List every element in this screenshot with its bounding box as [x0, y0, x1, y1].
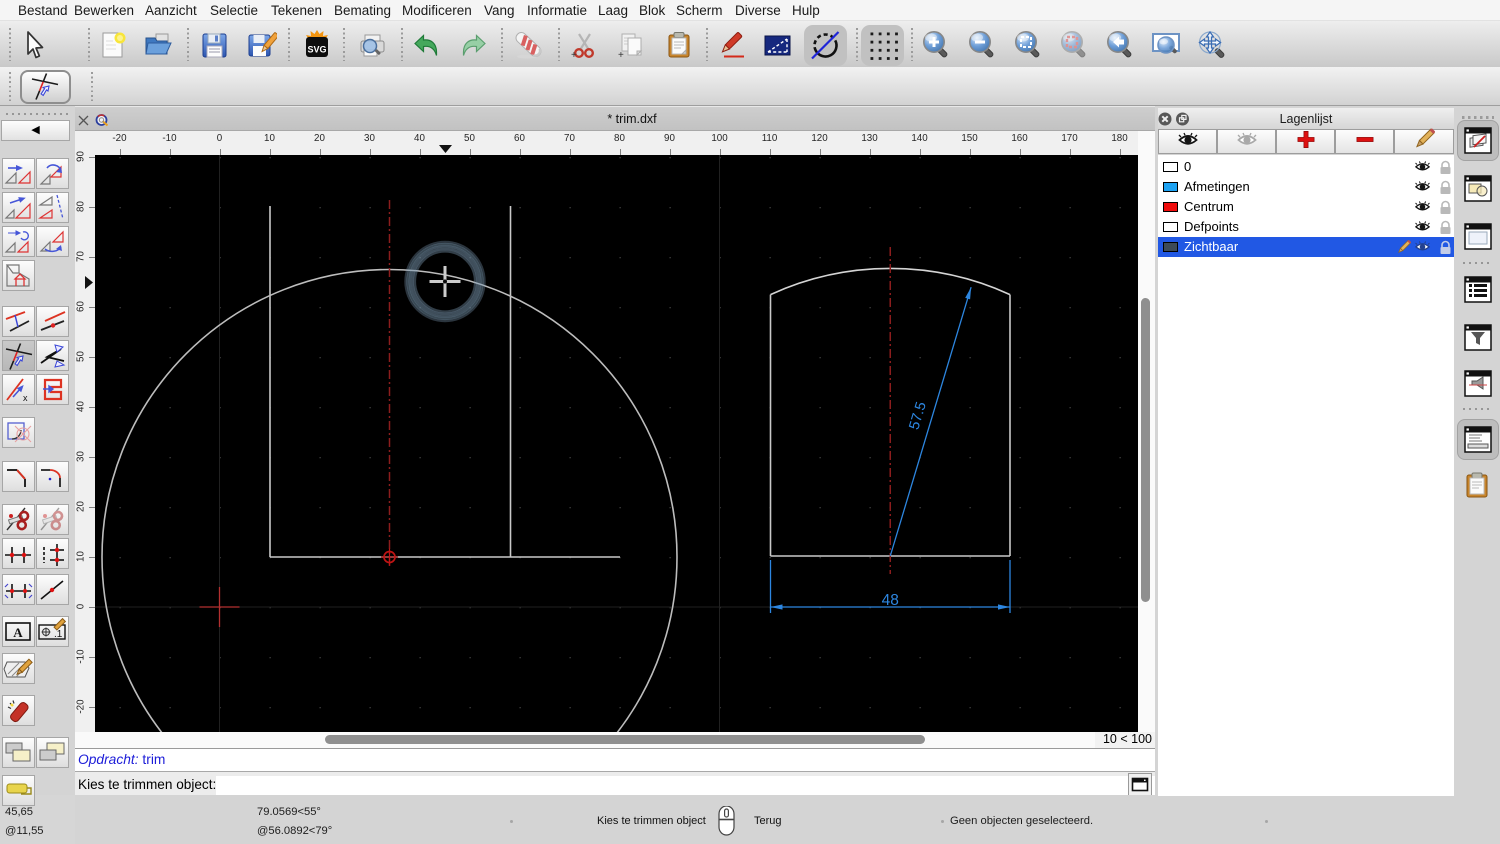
- svg-text:+: +: [571, 50, 577, 61]
- svg-text:SVG: SVG: [307, 45, 326, 55]
- svg-text:48: 48: [882, 592, 899, 609]
- svg-text:x: x: [23, 393, 28, 403]
- svg-text:+: +: [618, 50, 624, 61]
- svg-text:.1: .1: [54, 629, 63, 640]
- svg-text:A: A: [13, 625, 23, 640]
